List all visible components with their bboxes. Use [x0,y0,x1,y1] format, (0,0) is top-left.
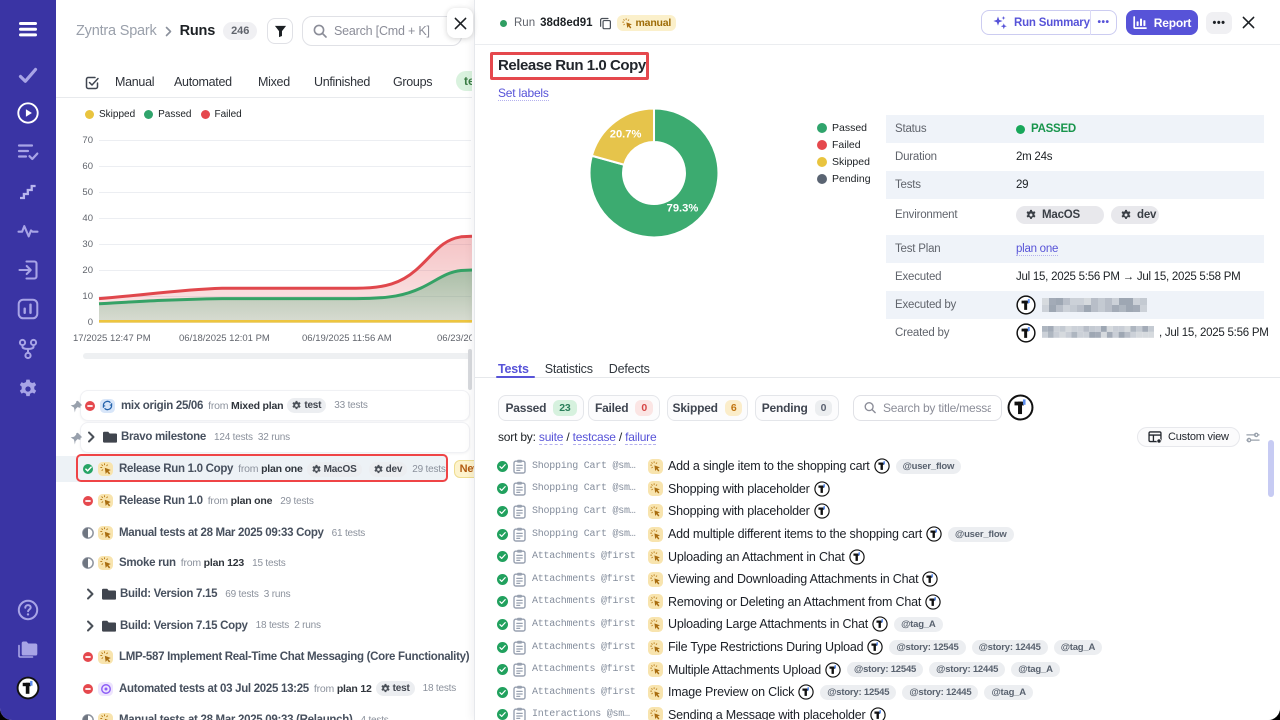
svg-text:20.7%: 20.7% [610,128,642,140]
svg-text:79.3%: 79.3% [667,203,699,215]
